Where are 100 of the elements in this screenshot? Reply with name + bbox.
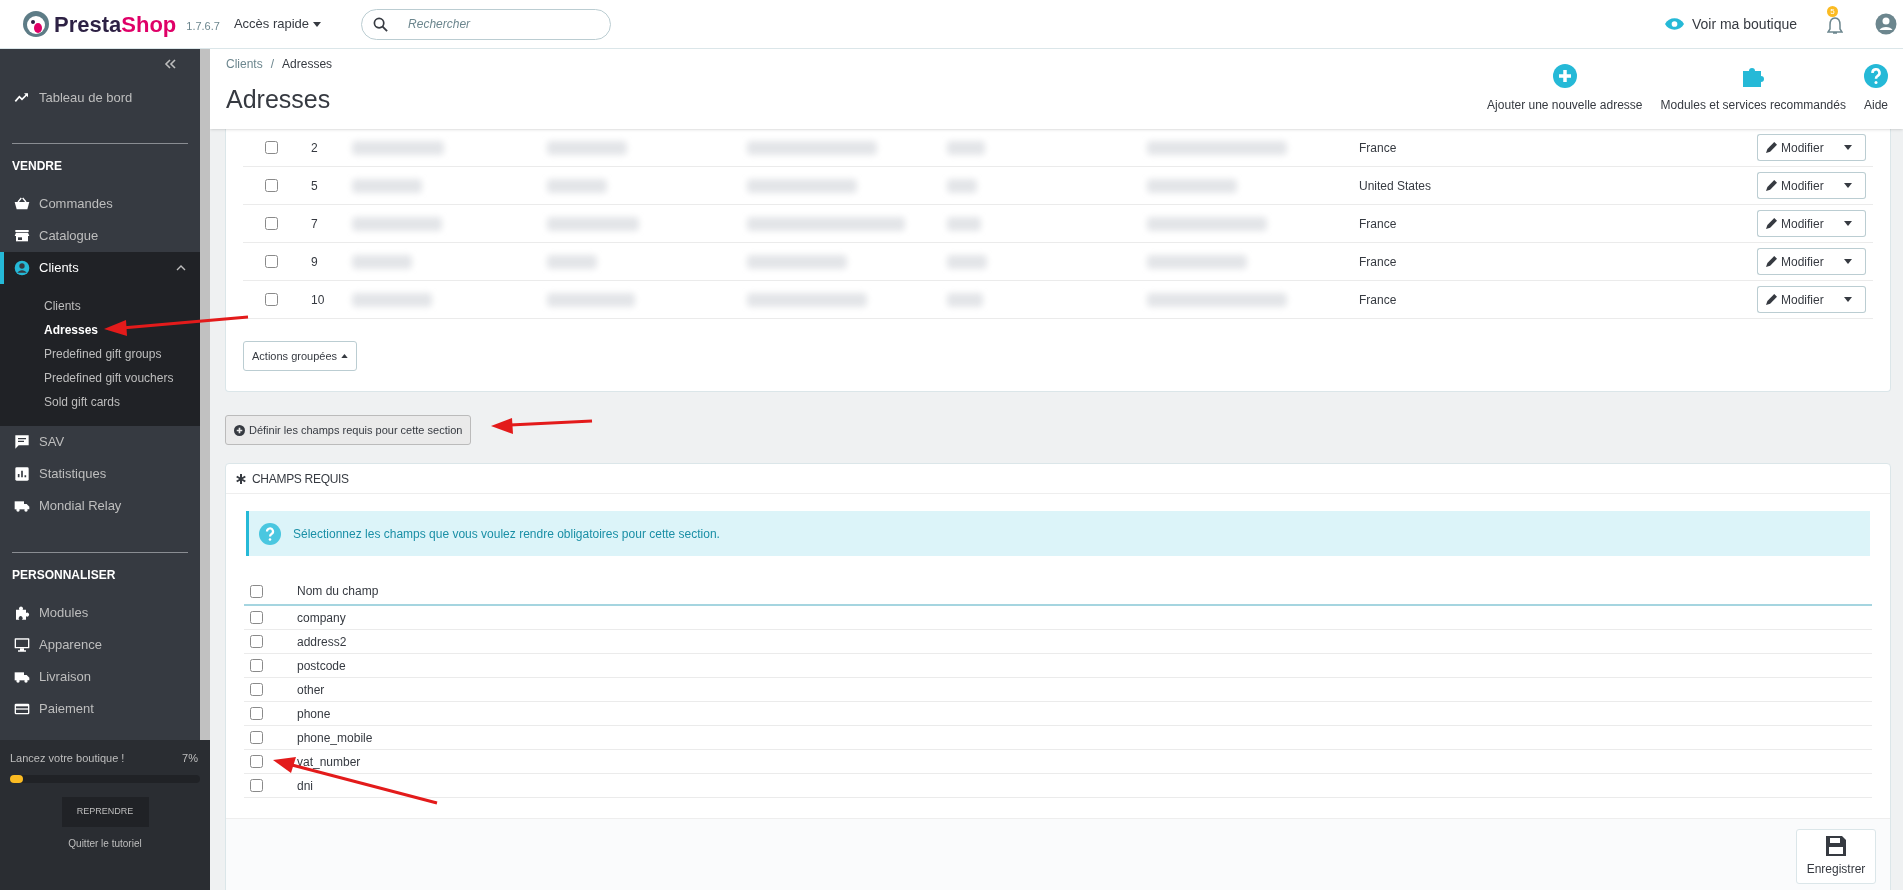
sidebar-item[interactable]: Clients — [0, 252, 200, 284]
caret-icon — [1844, 221, 1853, 226]
question-icon — [259, 522, 281, 545]
logo-icon[interactable] — [22, 10, 50, 38]
resume-button[interactable]: REPRENDRE — [61, 796, 149, 827]
edit-button[interactable]: Modifier — [1757, 210, 1832, 237]
sidebar-item[interactable]: Tableau de bord — [0, 79, 200, 117]
bulk-actions-button[interactable]: Actions groupées — [243, 341, 357, 371]
dropdown-button[interactable] — [1831, 248, 1866, 275]
table-cell-text: postcode — [297, 657, 346, 675]
search-field[interactable]: Rechercher — [361, 8, 612, 40]
checkbox[interactable] — [250, 635, 263, 648]
checkbox[interactable] — [265, 255, 278, 268]
quit-tutorial-link[interactable]: Quitter le tutoriel — [68, 835, 142, 851]
dropdown-button[interactable] — [1831, 210, 1866, 237]
panel-title: CHAMPS REQUIS — [252, 470, 349, 488]
caret-icon — [1844, 297, 1853, 302]
truck-icon — [14, 498, 30, 514]
table-cell-text: phone_mobile — [297, 729, 373, 747]
redacted-text — [547, 254, 597, 269]
table-cell-text: dni — [297, 777, 313, 795]
submenu-item[interactable]: Predefined gift groups — [0, 342, 162, 366]
sidebar-item[interactable]: Statistiques — [0, 458, 200, 490]
submenu-item[interactable]: Clients — [0, 294, 81, 318]
submenu-item[interactable]: Adresses — [0, 318, 99, 342]
sidebar-item[interactable]: Apparence — [0, 629, 200, 661]
sidebar-item[interactable]: Catalogue — [0, 220, 200, 252]
truck-icon — [14, 669, 30, 685]
checkbox[interactable] — [265, 293, 278, 306]
chat-icon — [14, 434, 30, 450]
save-button[interactable]: Enregistrer — [1796, 829, 1876, 884]
redacted-text — [947, 140, 985, 155]
table-cell-text: address2 — [297, 633, 347, 651]
checkbox[interactable] — [250, 659, 263, 672]
caret-icon — [1844, 259, 1853, 264]
sidebar-item[interactable]: SAV — [0, 426, 200, 458]
checkbox[interactable] — [250, 683, 263, 696]
dropdown-button[interactable] — [1831, 286, 1866, 313]
pencil-icon — [1766, 218, 1777, 229]
table-cell: France — [1359, 254, 1397, 269]
asterisk-icon — [236, 473, 246, 484]
sidebar-item[interactable]: Mondial Relay — [0, 490, 200, 522]
table-cell: 2 — [311, 140, 318, 155]
required-fields-button[interactable]: Définir les champs requis pour cette section — [225, 415, 472, 445]
checkbox[interactable] — [265, 179, 278, 192]
toolbar-button[interactable]: Ajouter une nouvelle adresse — [1487, 64, 1643, 114]
breadcrumb-link[interactable]: Clients — [226, 55, 263, 73]
toolbar-button[interactable]: Modules et services recommandés — [1660, 64, 1846, 114]
submenu-item[interactable]: Sold gift cards — [0, 390, 121, 414]
checkbox[interactable] — [250, 779, 263, 792]
table-cell-text: company — [297, 609, 346, 627]
view-shop-link[interactable]: Voir ma boutique — [1664, 13, 1797, 35]
caret-up-icon — [341, 354, 348, 358]
checkbox[interactable] — [250, 755, 263, 768]
search-icon — [373, 16, 389, 32]
user-circle-icon — [14, 260, 30, 276]
toolbar-button[interactable]: Aide — [1863, 64, 1888, 114]
notification-badge: 5 — [1827, 6, 1838, 17]
dropdown-button[interactable] — [1831, 134, 1866, 161]
bar-chart-icon — [14, 466, 30, 482]
pencil-icon — [1766, 180, 1777, 191]
basket-icon — [14, 196, 30, 212]
version-text: 1.7.6.7 — [186, 18, 220, 34]
section-heading: PERSONNALISER — [12, 567, 116, 584]
user-icon[interactable] — [1875, 13, 1897, 35]
table-cell: 5 — [311, 178, 318, 193]
sidebar-item[interactable]: Modules — [0, 597, 200, 629]
dropdown-button[interactable] — [1831, 172, 1866, 199]
page-title: Adresses — [226, 84, 332, 115]
info-text: Sélectionnez les champs que vous voulez rendre obligatoires pour cette section. — [293, 525, 720, 543]
scrollbar[interactable] — [200, 49, 210, 740]
redacted-text — [947, 292, 983, 307]
quick-access-button[interactable]: Accès rapide — [233, 14, 322, 34]
sidebar-item[interactable]: Livraison — [0, 661, 200, 693]
table-cell: United States — [1359, 178, 1432, 193]
checkbox[interactable] — [265, 217, 278, 230]
edit-button[interactable]: Modifier — [1757, 134, 1832, 161]
redacted-text — [547, 178, 607, 193]
table-cell-text: other — [297, 681, 325, 699]
redacted-text — [352, 254, 412, 269]
checkbox[interactable] — [250, 611, 263, 624]
checkbox[interactable] — [265, 141, 278, 154]
puzzle-icon — [14, 605, 30, 621]
redacted-text — [947, 178, 977, 193]
table-cell: France — [1359, 216, 1397, 231]
edit-button[interactable]: Modifier — [1757, 286, 1832, 313]
column-header: Nom du champ — [297, 583, 379, 600]
collapse-icon[interactable] — [164, 59, 176, 69]
checkbox[interactable] — [250, 707, 263, 720]
sidebar-item[interactable]: Commandes — [0, 188, 200, 220]
plus-circle-icon — [234, 424, 245, 436]
caret-icon — [313, 21, 322, 27]
eye-icon — [1664, 18, 1684, 30]
edit-button[interactable]: Modifier — [1757, 172, 1832, 199]
edit-button[interactable]: Modifier — [1757, 248, 1832, 275]
caret-icon — [1844, 145, 1853, 150]
sidebar-item[interactable]: Paiement — [0, 693, 200, 725]
submenu-item[interactable]: Predefined gift vouchers — [0, 366, 174, 390]
checkbox[interactable] — [250, 584, 263, 598]
checkbox[interactable] — [250, 731, 263, 744]
